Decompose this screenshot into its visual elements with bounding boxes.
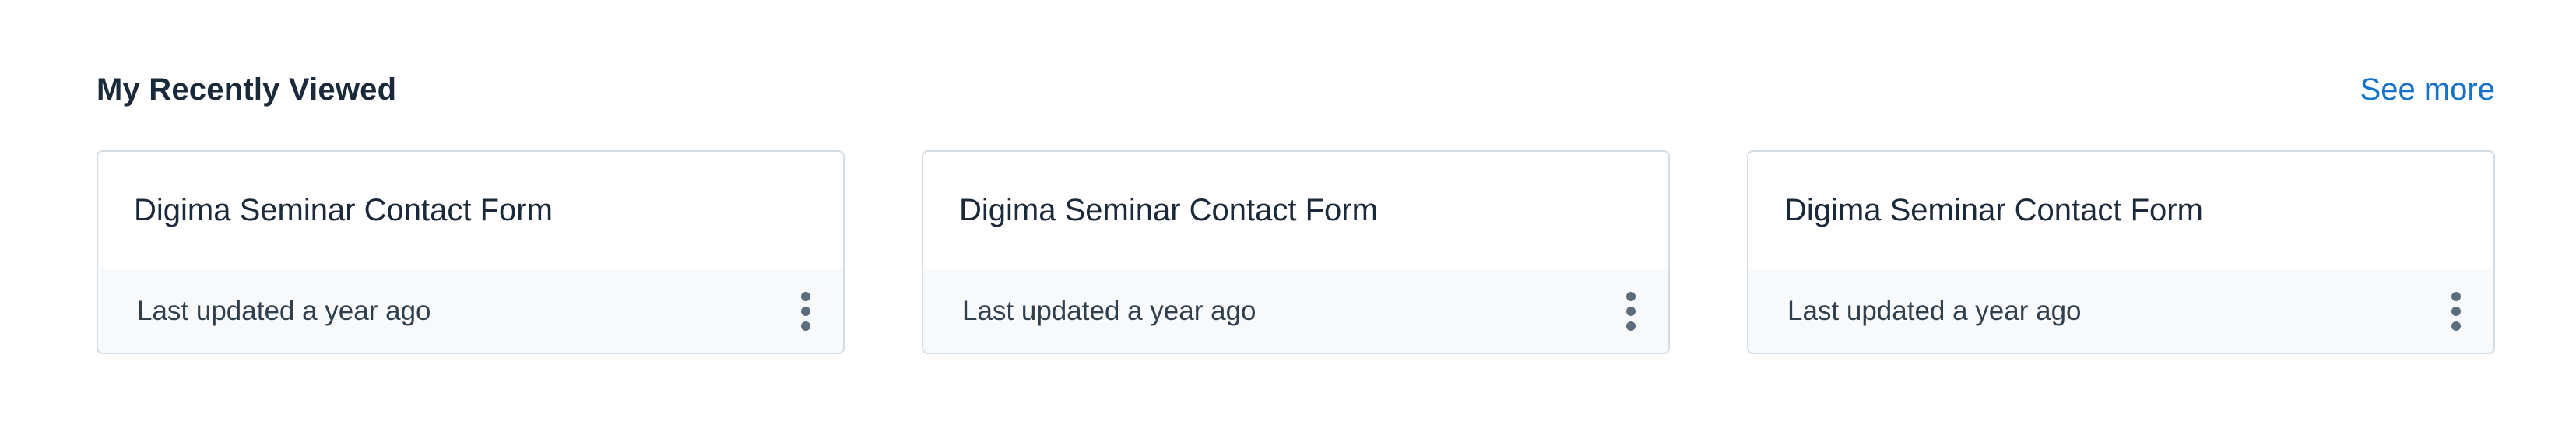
card-footer: Last updated a year ago — [923, 269, 1668, 353]
card-last-updated: Last updated a year ago — [1787, 295, 2082, 326]
more-vertical-icon[interactable] — [1615, 288, 1646, 335]
more-vertical-icon[interactable] — [2441, 288, 2472, 335]
card-title: Digima Seminar Contact Form — [134, 193, 553, 227]
see-more-link[interactable]: See more — [2360, 72, 2495, 107]
card-last-updated: Last updated a year ago — [137, 295, 431, 326]
card-title: Digima Seminar Contact Form — [959, 193, 1378, 227]
recent-card[interactable]: Digima Seminar Contact Form Last updated… — [1747, 150, 2495, 354]
card-header: Digima Seminar Contact Form — [1748, 152, 2493, 271]
card-header: Digima Seminar Contact Form — [923, 152, 1668, 271]
card-footer: Last updated a year ago — [1748, 269, 2493, 353]
recent-card[interactable]: Digima Seminar Contact Form Last updated… — [97, 150, 845, 354]
card-header: Digima Seminar Contact Form — [98, 152, 843, 271]
recent-card[interactable]: Digima Seminar Contact Form Last updated… — [922, 150, 1670, 354]
card-footer: Last updated a year ago — [98, 269, 843, 353]
recent-cards-list: Digima Seminar Contact Form Last updated… — [97, 150, 2495, 357]
card-title: Digima Seminar Contact Form — [1784, 193, 2203, 227]
recently-viewed-section: My Recently Viewed See more Digima Semin… — [97, 0, 2495, 432]
more-vertical-icon[interactable] — [790, 288, 821, 335]
section-header: My Recently Viewed See more — [97, 64, 2495, 115]
card-last-updated: Last updated a year ago — [962, 295, 1256, 326]
section-title: My Recently Viewed — [97, 72, 397, 107]
